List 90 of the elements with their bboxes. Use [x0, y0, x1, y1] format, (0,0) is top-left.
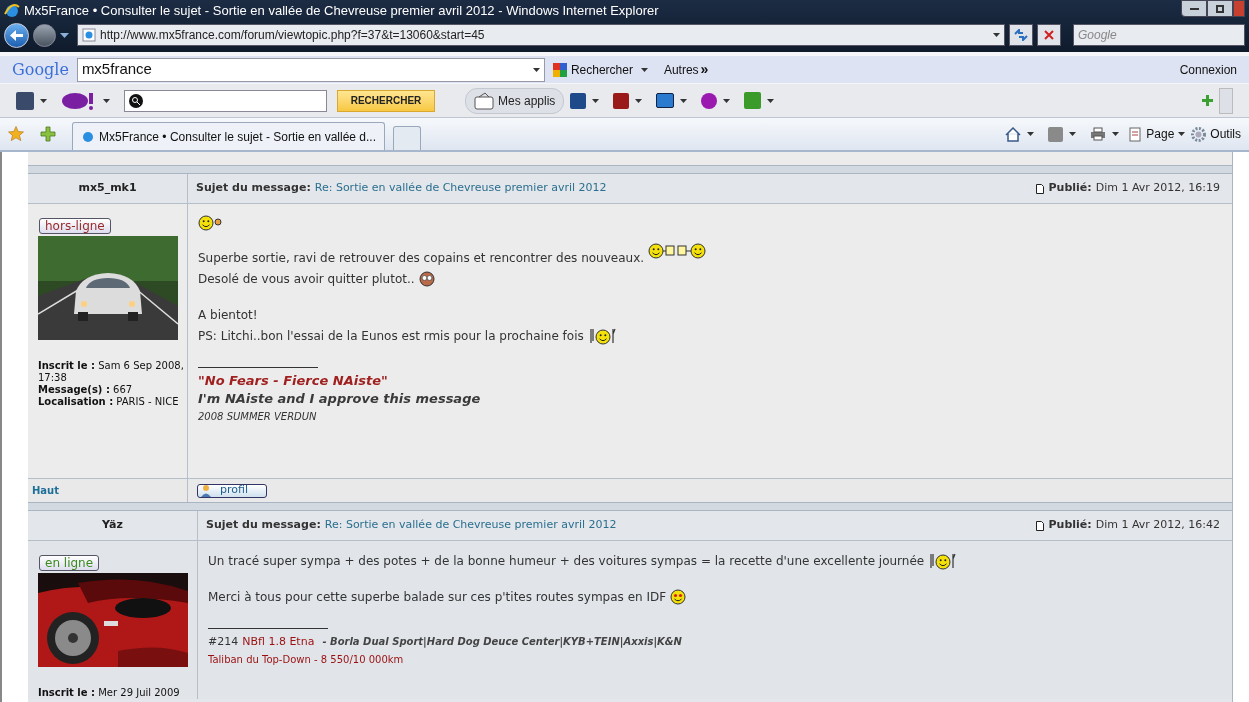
close-icon [1044, 30, 1054, 40]
smiley-icon [648, 241, 707, 259]
search-icon [129, 93, 143, 108]
post-text: PS: Litchi..bon l'essai de la Eunos est rmis pour la prochaine fois [198, 328, 584, 345]
restore-button[interactable] [1207, 0, 1233, 17]
caret-icon[interactable] [635, 98, 643, 103]
back-button[interactable] [4, 22, 29, 48]
author-name: mx5_mk1 [78, 180, 137, 197]
signature-text: - Borla Dual Sport|Hard Dog Deuce Center|KYB+TEIN|Axxis|K&N [322, 635, 682, 650]
printer-icon[interactable] [1090, 127, 1107, 141]
caret-icon[interactable] [767, 98, 775, 103]
smiley-icon [587, 327, 618, 345]
profile-field: Localisation : PARIS - NICE [38, 396, 190, 408]
caret-icon[interactable] [1178, 132, 1186, 136]
home-icon[interactable] [1005, 126, 1022, 142]
apps-icon [474, 91, 494, 110]
page-icon [81, 129, 95, 144]
google-search-button[interactable]: Rechercher [548, 60, 637, 79]
published-label: Publié: [1048, 180, 1092, 197]
caret-icon[interactable] [592, 98, 600, 103]
refresh-icon [1014, 29, 1028, 41]
signature-text: I'm NAiste and I approve this message [198, 390, 481, 408]
forward-button[interactable] [33, 23, 56, 47]
apps-button[interactable]: Mes applis [465, 87, 565, 114]
more-button[interactable]: Autres» [663, 59, 709, 80]
google-search-field[interactable]: mx5france [76, 57, 545, 82]
post-text: Desolé de vous avoir quitter plutot.. [198, 271, 415, 288]
subject-label: Sujet du message: [206, 517, 321, 534]
sign-in-link[interactable]: Connexion [1179, 60, 1237, 79]
caret-icon[interactable] [40, 98, 47, 103]
signature-text: NBfl 1.8 Etna [242, 634, 315, 650]
tools-menu-button[interactable]: Outils [1191, 125, 1241, 143]
caret-icon[interactable] [103, 98, 110, 103]
add-star-icon[interactable] [40, 126, 56, 142]
add-icon[interactable] [1202, 95, 1213, 106]
profile-field: Message(s) : 667 [38, 384, 190, 396]
back-arrow-icon [10, 29, 23, 41]
google-logo: Google [12, 58, 69, 81]
caret-icon[interactable] [680, 98, 688, 103]
published-label: Publié: [1048, 517, 1092, 534]
signature-text: "No Fears - Fierce NAiste" [198, 372, 388, 390]
stop-button[interactable] [1037, 24, 1061, 46]
window-title: Mx5France • Consulter le sujet - Sortie en vallée de Chevreuse premier avril 2012 - Windows Internet Explorer [24, 2, 660, 21]
minimize-button[interactable] [1181, 0, 1207, 17]
browser-tab[interactable]: Mx5France • Consulter le sujet - Sortie en vallée d... [72, 122, 385, 150]
post-date: Dim 1 Avr 2012, 16:42 [1095, 517, 1220, 534]
caret-icon[interactable] [1069, 132, 1077, 136]
page-menu-button[interactable]: Page [1129, 125, 1186, 143]
caret-icon[interactable] [640, 67, 648, 72]
top-link[interactable]: Haut [32, 483, 60, 498]
post-date: Dim 1 Avr 2012, 16:19 [1095, 180, 1220, 197]
profile-field: Inscrit le : Mer 29 Juil 2009 [38, 687, 190, 699]
yahoo-search-field[interactable] [124, 89, 327, 112]
document-icon [1036, 520, 1045, 531]
caret-icon[interactable] [723, 98, 731, 103]
person-icon [200, 484, 212, 497]
signature-text: #214 [208, 634, 239, 650]
author-name: Yäz [102, 517, 123, 534]
caret-icon[interactable] [1112, 132, 1120, 136]
browser-logo-icon [4, 3, 20, 19]
refresh-button[interactable] [1009, 24, 1033, 46]
document-icon [1036, 183, 1045, 194]
address-field[interactable]: http://www.mx5france.com/forum/viewtopic.php?f=37&t=13060&start=45 [77, 24, 1005, 46]
star-icon[interactable] [8, 126, 24, 142]
caret-icon[interactable] [60, 32, 69, 38]
subject-link[interactable]: Re: Sortie en vallée de Chevreuse premier avril 2012 [314, 180, 607, 197]
signature-text: 2008 SUMMER VERDUN [198, 410, 317, 424]
yahoo-search-button[interactable]: RECHERCHER [337, 89, 435, 112]
caret-icon[interactable] [1027, 132, 1035, 136]
smiley-icon [418, 271, 435, 287]
offline-badge: hors-ligne [39, 218, 111, 234]
page-icon [82, 28, 96, 42]
search-field[interactable]: Google [1073, 24, 1245, 46]
post-text: Superbe sortie, ravi de retrouver des copains et rencontrer des nouveaux. [198, 250, 645, 267]
post-text: Merci à tous pour cette superbe balade sur ces p'tites routes sympas en IDF [208, 589, 667, 606]
settings-icon [1191, 126, 1207, 142]
caret-icon[interactable] [532, 67, 540, 72]
signature-text: Taliban du Top-Down - 8 550/10 000km [208, 653, 404, 667]
online-badge: en ligne [39, 555, 100, 571]
google-icon [552, 62, 567, 77]
subject-label: Sujet du message: [196, 180, 311, 197]
post-text: Un tracé super sympa + des potes + de la bonne humeur + des voitures sympas = la recette d'une excellente journée [208, 553, 925, 570]
profile-button[interactable]: profil [197, 483, 267, 498]
subject-link[interactable]: Re: Sortie en vallée de Chevreuse premier avril 2012 [324, 517, 617, 534]
page-icon [1129, 126, 1143, 142]
caret-icon[interactable] [993, 33, 1000, 37]
post-text: A bientot! [198, 307, 258, 324]
smiley-icon [670, 589, 687, 605]
smiley-icon [198, 215, 224, 231]
profile-field: Inscrit le : Sam 6 Sep 2008, 17:38 [38, 360, 190, 384]
